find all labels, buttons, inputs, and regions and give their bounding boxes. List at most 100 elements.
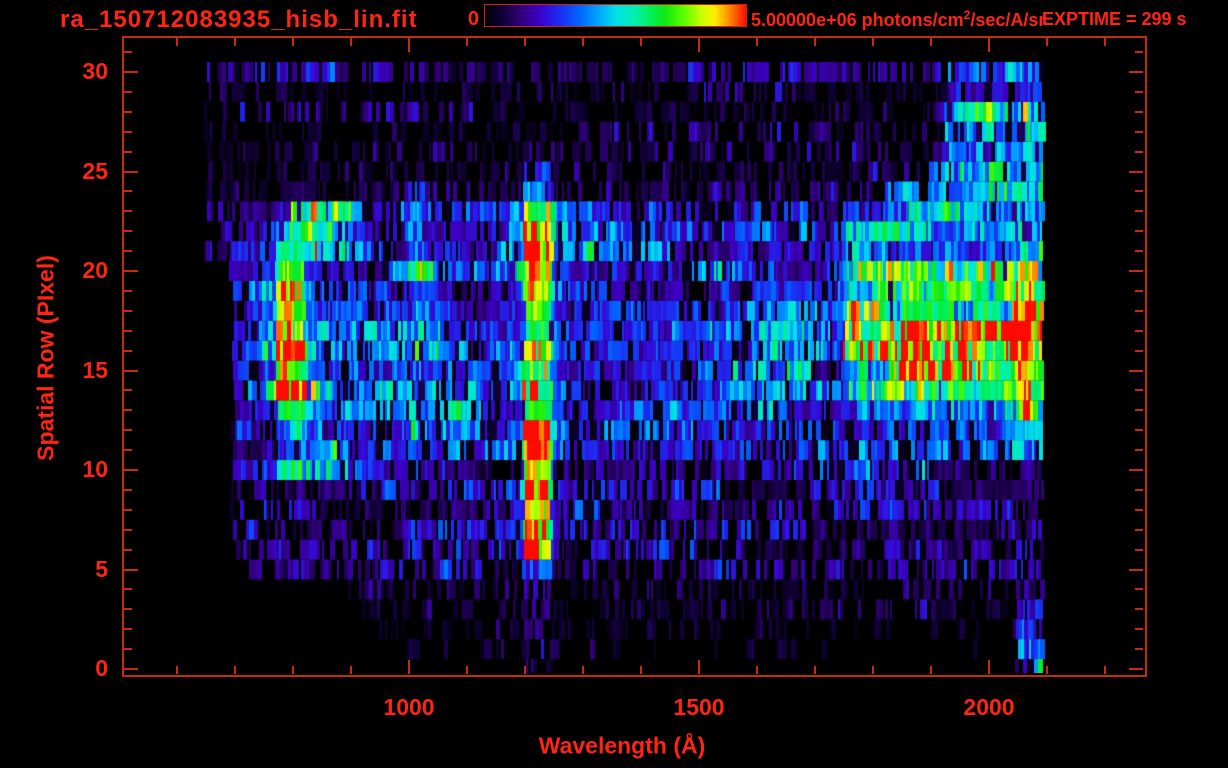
y-tick-label: 25	[82, 157, 108, 184]
colorbar-units-suffix: /sec/A/sr	[970, 10, 1046, 30]
colorbar-max-label: 5.00000e+06 photons/cm2/sec/A/sr	[751, 8, 1045, 31]
x-tick-label: 1500	[673, 694, 725, 720]
tick-mark	[124, 668, 138, 670]
x-tick-label: 1000	[383, 694, 435, 720]
tick-mark	[1135, 449, 1143, 452]
tick-mark	[988, 660, 990, 674]
y-tick-label: 0	[95, 654, 108, 681]
tick-mark	[872, 38, 874, 46]
tick-mark	[872, 666, 874, 674]
colorbar-max-value: 5.00000e+06	[751, 10, 857, 30]
y-axis-label: Spatial Row (PIxel)	[32, 255, 59, 461]
tick-mark	[1129, 369, 1143, 372]
tick-mark	[524, 666, 526, 674]
tick-mark	[466, 38, 468, 46]
tick-mark	[234, 38, 236, 46]
tick-mark	[1135, 51, 1143, 54]
tick-mark	[1129, 170, 1143, 173]
tick-mark	[1104, 38, 1106, 46]
tick-mark	[1135, 309, 1143, 312]
tick-mark	[1129, 71, 1143, 73]
tick-mark	[1129, 668, 1143, 670]
tick-mark	[124, 150, 132, 153]
tick-mark	[1135, 488, 1143, 491]
tick-mark	[124, 289, 132, 292]
tick-mark	[124, 429, 132, 432]
tick-mark	[176, 666, 178, 674]
tick-mark	[1135, 90, 1143, 93]
tick-mark	[1135, 210, 1143, 213]
tick-mark	[1135, 588, 1143, 591]
tick-mark	[124, 190, 132, 193]
tick-mark	[1135, 508, 1143, 511]
tick-mark	[1135, 429, 1143, 432]
tick-mark	[1135, 329, 1143, 332]
tick-mark	[1135, 608, 1143, 611]
tick-mark	[466, 666, 468, 674]
tick-mark	[350, 38, 352, 46]
spectrogram-heatmap	[124, 38, 1143, 673]
tick-mark	[640, 666, 642, 674]
tick-mark	[1135, 289, 1143, 292]
tick-mark	[1135, 190, 1143, 193]
tick-mark	[124, 508, 132, 511]
tick-mark	[124, 210, 132, 213]
tick-mark	[350, 666, 352, 674]
tick-mark	[124, 488, 132, 491]
tick-mark	[124, 250, 132, 253]
tick-mark	[1129, 568, 1143, 571]
x-axis-label: Wavelength (Å)	[538, 732, 706, 759]
tick-mark	[124, 230, 132, 233]
tick-mark	[524, 38, 526, 46]
tick-mark	[124, 270, 138, 272]
tick-mark	[124, 409, 132, 412]
tick-mark	[698, 660, 700, 674]
spectrograph-display-window: { "header": { "filename": "ra_1507120839…	[0, 0, 1228, 768]
tick-mark	[124, 648, 132, 651]
tick-mark	[1135, 230, 1143, 233]
tick-mark	[124, 110, 132, 113]
tick-mark	[124, 71, 138, 73]
colorbar	[484, 4, 747, 27]
tick-mark	[814, 666, 816, 674]
tick-mark	[1046, 666, 1048, 674]
tick-mark	[124, 568, 138, 571]
tick-mark	[124, 51, 132, 54]
exptime-label: EXPTIME = 299 s	[1042, 9, 1187, 29]
tick-mark	[1046, 38, 1048, 46]
tick-mark	[124, 608, 132, 611]
tick-mark	[1135, 528, 1143, 531]
tick-mark	[1135, 150, 1143, 153]
tick-mark	[1135, 389, 1143, 392]
tick-mark	[1135, 130, 1143, 133]
tick-mark	[124, 389, 132, 392]
tick-mark	[582, 38, 584, 46]
tick-mark	[124, 349, 132, 352]
title-filename: ra_150712083935_hisb_lin.fit	[60, 6, 418, 33]
tick-mark	[640, 38, 642, 46]
tick-mark	[292, 38, 294, 46]
tick-mark	[124, 628, 132, 631]
colorbar-min-label: 0	[467, 8, 479, 30]
tick-mark	[292, 666, 294, 674]
tick-mark	[1129, 270, 1143, 272]
tick-mark	[1135, 548, 1143, 551]
tick-mark	[124, 170, 138, 173]
tick-mark	[234, 666, 236, 674]
tick-mark	[124, 588, 132, 591]
tick-mark	[1135, 409, 1143, 412]
y-tick-label: 30	[82, 57, 108, 84]
tick-mark	[176, 38, 178, 46]
tick-mark	[756, 38, 758, 46]
x-tick-label: 2000	[963, 694, 1015, 720]
tick-mark	[988, 38, 990, 52]
tick-mark	[930, 38, 932, 46]
colorbar-units: photons/cm	[861, 10, 964, 30]
tick-mark	[1135, 628, 1143, 631]
tick-mark	[408, 660, 410, 674]
tick-mark	[124, 329, 132, 332]
tick-mark	[1135, 250, 1143, 253]
tick-mark	[1135, 648, 1143, 651]
tick-mark	[124, 548, 132, 551]
tick-mark	[124, 369, 138, 372]
